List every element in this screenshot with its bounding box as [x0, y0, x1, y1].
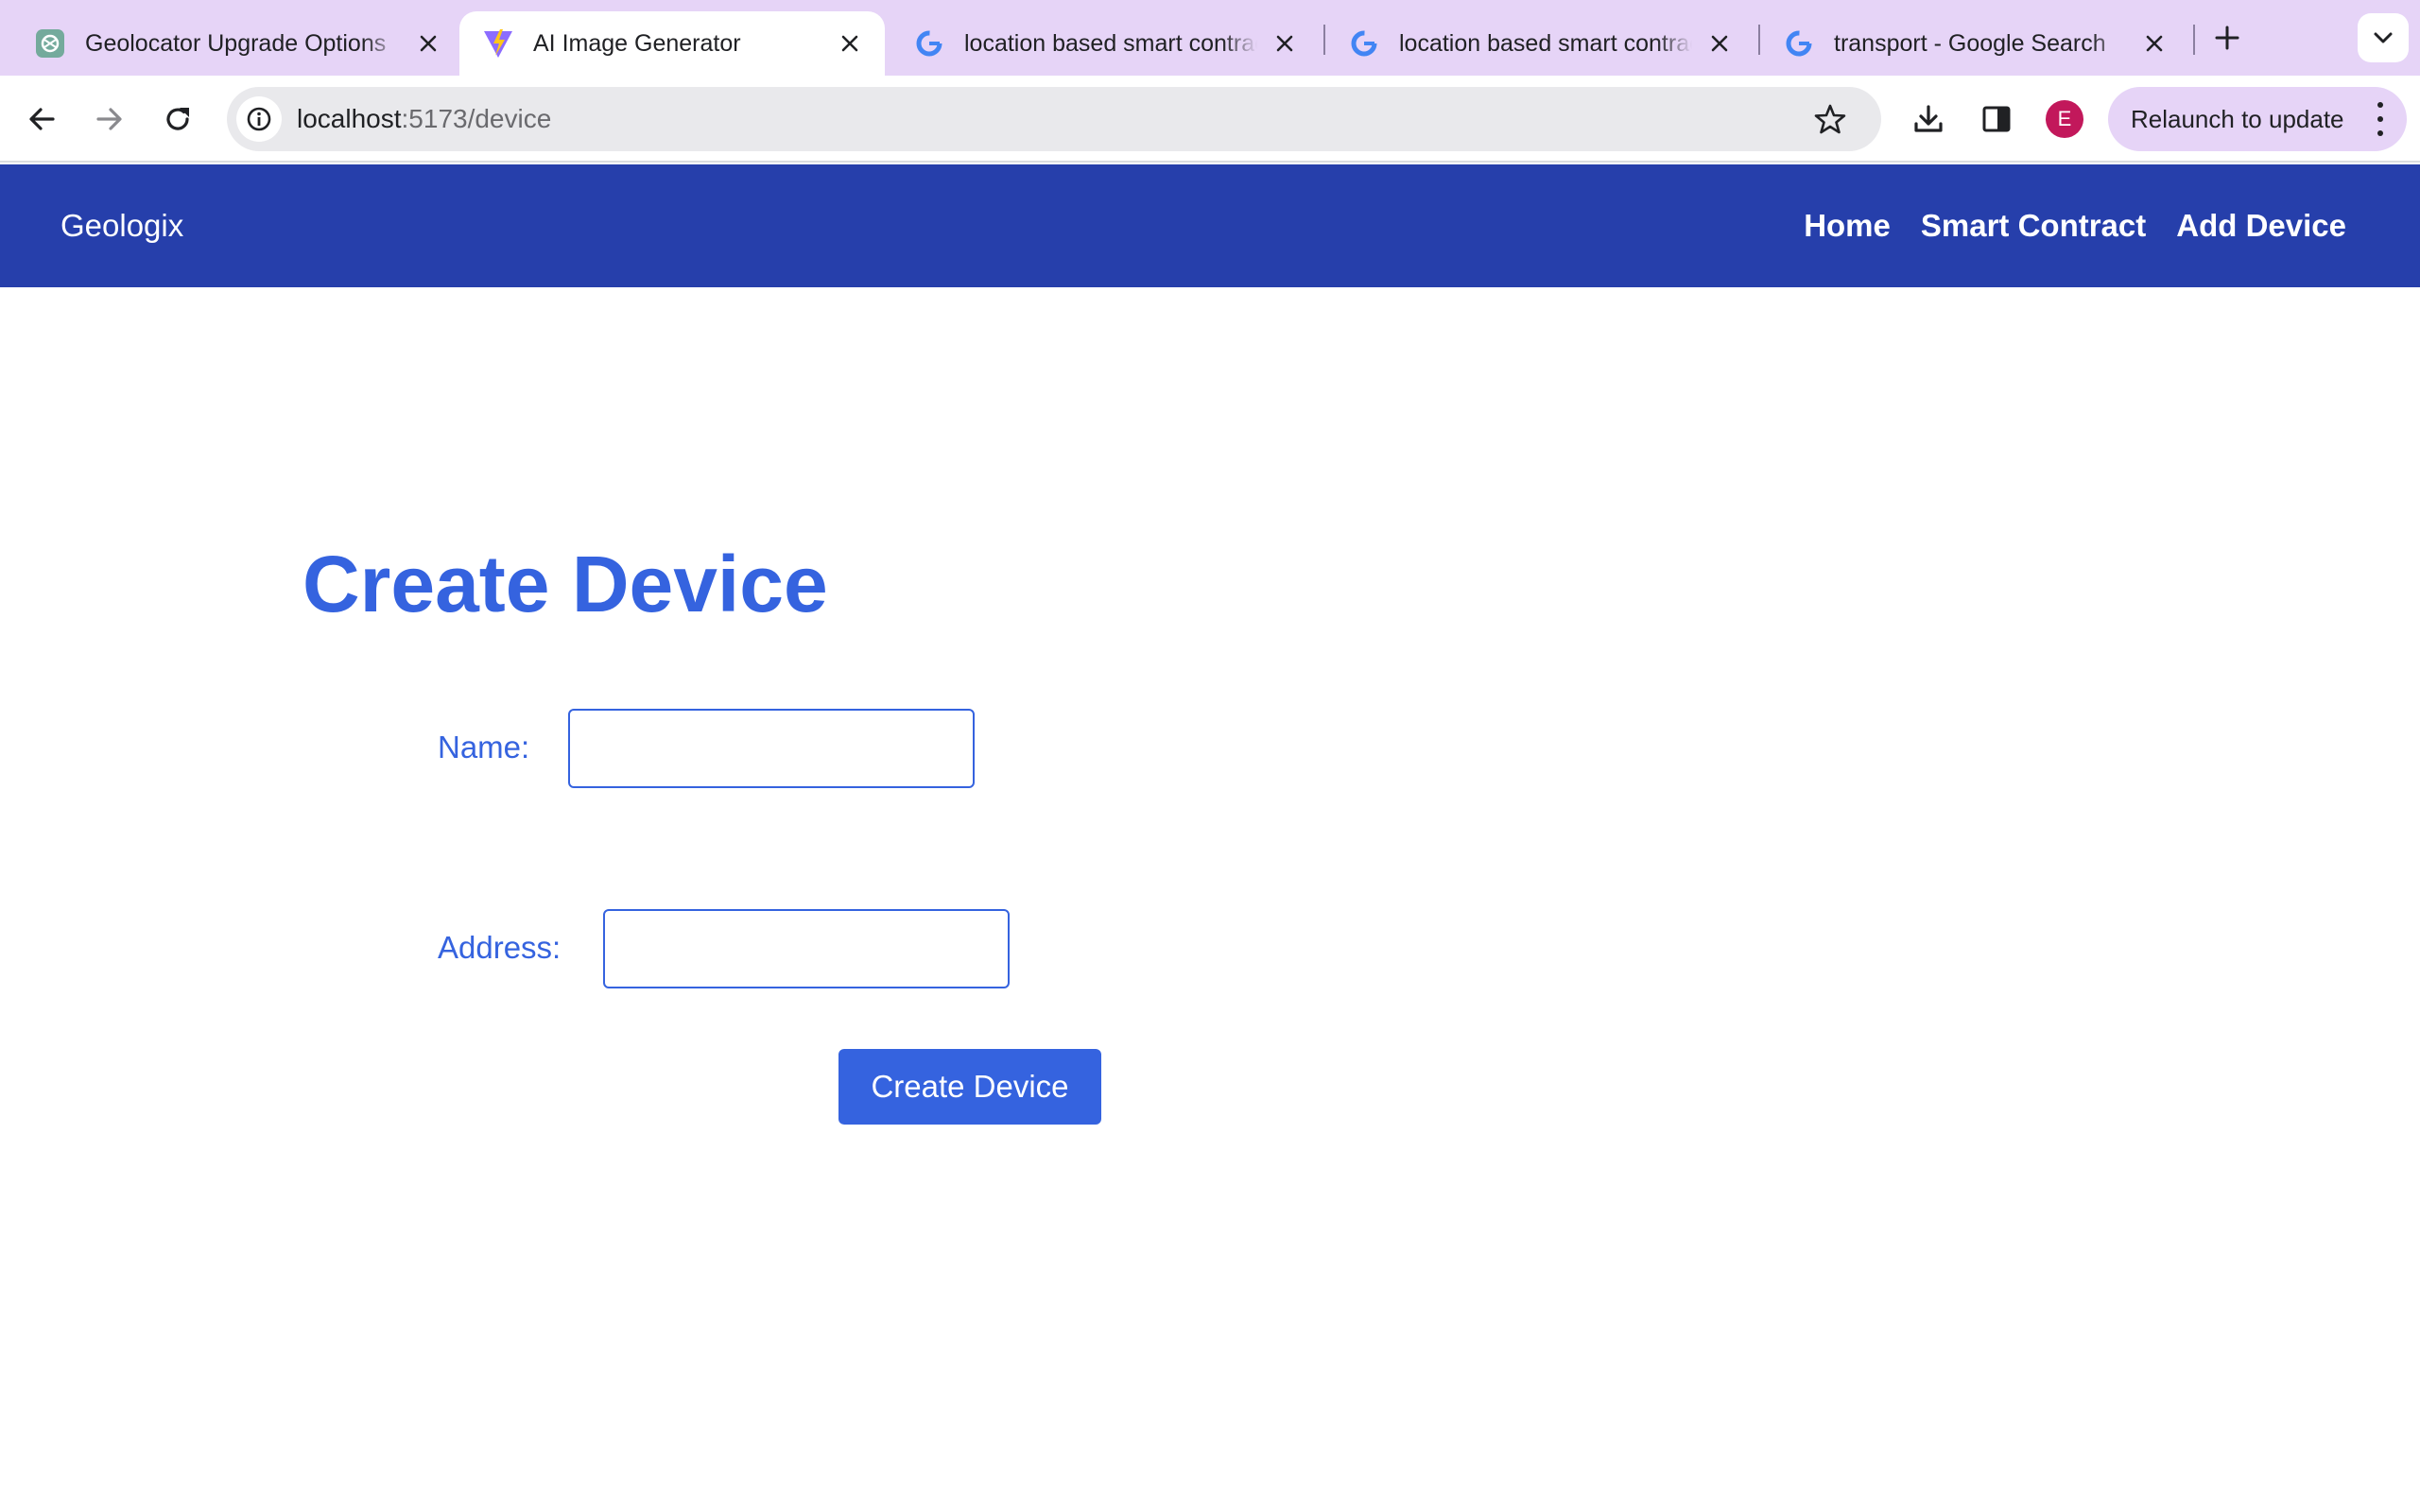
- browser-tab-strip: Geolocator Upgrade Options AI Image Gene…: [0, 0, 2420, 76]
- google-icon: [913, 27, 945, 60]
- nav-smart-contract-link[interactable]: Smart Contract: [1921, 208, 2146, 244]
- tab-ai-image-generator[interactable]: AI Image Generator: [459, 11, 885, 76]
- relaunch-to-update-button[interactable]: Relaunch to update: [2108, 87, 2407, 151]
- reload-button[interactable]: [155, 96, 200, 142]
- browser-toolbar: localhost:5173/device E Relaunch to upda…: [0, 76, 2420, 163]
- forward-button[interactable]: [87, 96, 132, 142]
- tab-search-button[interactable]: [2358, 13, 2409, 62]
- tab-title: location based smart contract: [964, 29, 1257, 57]
- tab-title: location based smart contract: [1399, 29, 1692, 57]
- arrow-left-icon: [29, 108, 55, 130]
- address-input[interactable]: [603, 909, 1010, 988]
- tab-title: AI Image Generator: [533, 29, 741, 57]
- nav-add-device-link[interactable]: Add Device: [2176, 208, 2346, 244]
- side-panel-button[interactable]: [1974, 96, 2019, 142]
- side-panel-icon: [1982, 106, 2011, 132]
- reload-icon: [166, 108, 189, 130]
- nav-links: Home Smart Contract Add Device: [1773, 164, 2346, 287]
- tab-location-smart-contract-2[interactable]: location based smart contract: [1320, 11, 1754, 76]
- name-label: Name:: [438, 730, 530, 765]
- plus-icon: [2215, 26, 2239, 50]
- chatgpt-icon: [34, 27, 66, 60]
- downloads-button[interactable]: [1906, 96, 1951, 142]
- brand-logo-text[interactable]: Geologix: [60, 164, 183, 287]
- tab-separator: [2193, 25, 2195, 55]
- app-navbar: Geologix Home Smart Contract Add Device: [0, 164, 2420, 287]
- close-icon[interactable]: [2138, 27, 2170, 60]
- tab-location-smart-contract-1[interactable]: location based smart contract: [885, 11, 1320, 76]
- vite-icon: [482, 27, 514, 60]
- name-input[interactable]: [568, 709, 975, 788]
- close-icon[interactable]: [834, 27, 866, 60]
- url-path: :5173/device: [401, 104, 552, 133]
- bookmark-star-icon[interactable]: [1809, 98, 1851, 140]
- url-text[interactable]: localhost:5173/device: [297, 87, 551, 151]
- arrow-right-icon: [96, 108, 122, 130]
- page-title: Create Device: [302, 540, 828, 628]
- profile-avatar[interactable]: E: [2046, 100, 2083, 138]
- tab-geolocator-upgrade[interactable]: Geolocator Upgrade Options: [0, 11, 463, 76]
- nav-home-link[interactable]: Home: [1804, 208, 1891, 244]
- new-tab-button[interactable]: [2208, 19, 2246, 57]
- tab-title: transport - Google Search: [1834, 29, 2106, 57]
- google-icon: [1348, 27, 1380, 60]
- chevron-down-icon: [2374, 32, 2393, 43]
- back-button[interactable]: [19, 96, 64, 142]
- close-icon[interactable]: [1703, 27, 1736, 60]
- relaunch-label: Relaunch to update: [2131, 104, 2344, 133]
- address-bar[interactable]: localhost:5173/device: [227, 87, 1881, 151]
- tab-title: Geolocator Upgrade Options: [85, 29, 387, 57]
- google-icon: [1783, 27, 1815, 60]
- site-info-icon[interactable]: [236, 96, 282, 142]
- close-icon[interactable]: [412, 27, 444, 60]
- url-host: localhost: [297, 104, 402, 133]
- create-device-button[interactable]: Create Device: [838, 1049, 1101, 1125]
- tab-transport-search[interactable]: transport - Google Search: [1754, 11, 2189, 76]
- close-icon[interactable]: [1269, 27, 1301, 60]
- more-vert-icon[interactable]: [2375, 102, 2386, 136]
- download-icon: [1914, 105, 1943, 132]
- address-label: Address:: [438, 930, 562, 965]
